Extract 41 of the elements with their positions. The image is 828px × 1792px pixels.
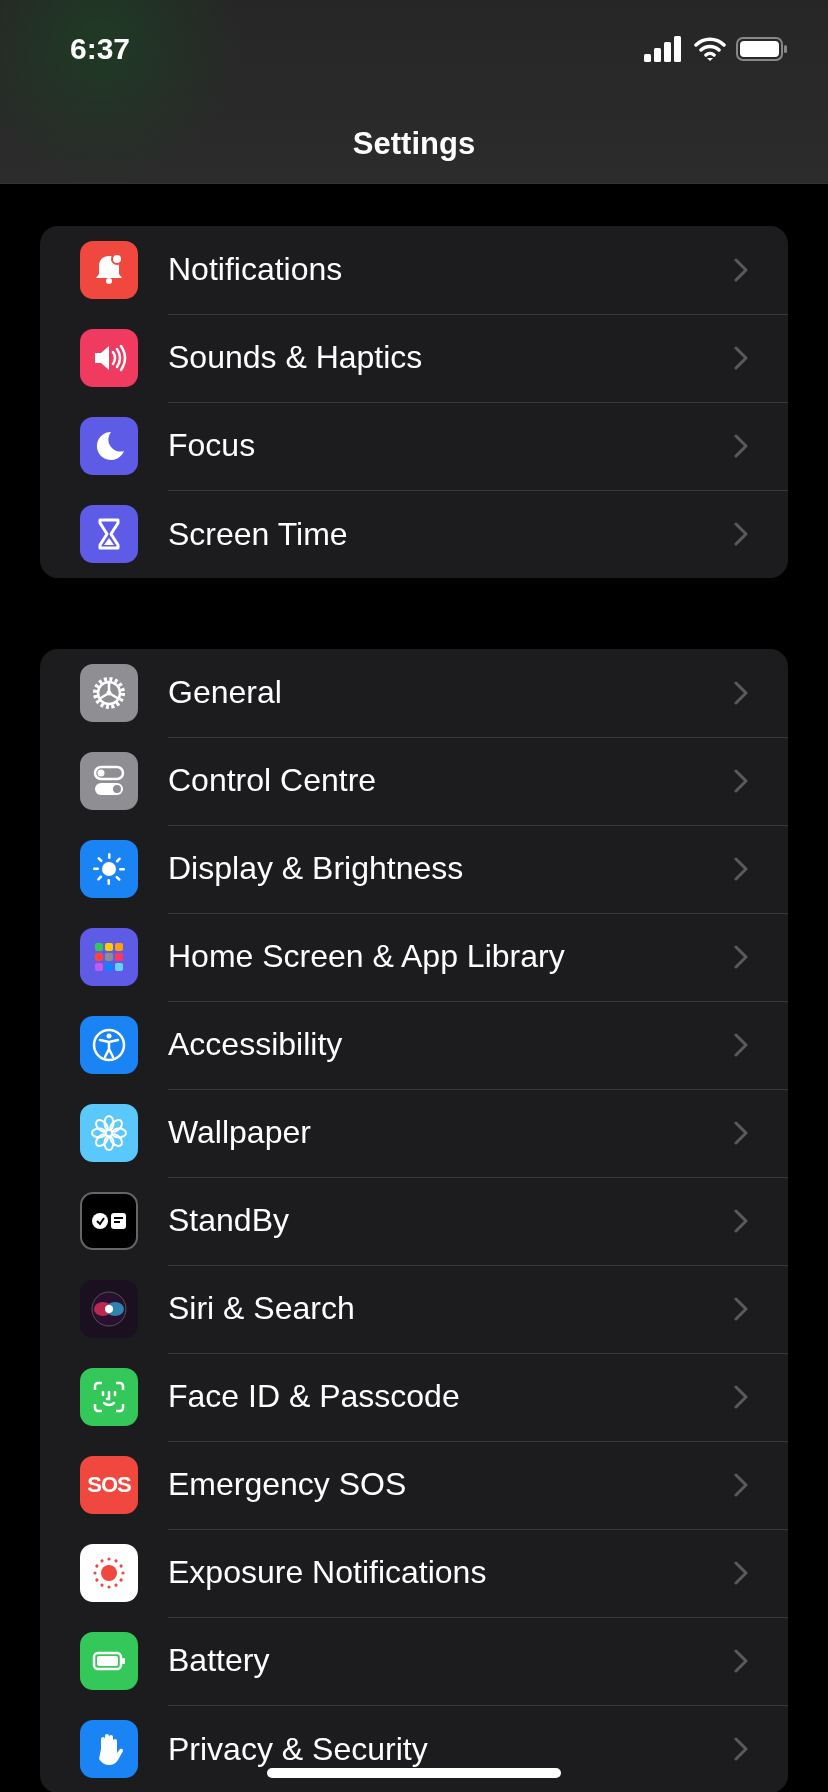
settings-row[interactable]: Battery bbox=[40, 1617, 788, 1705]
chevron-icon bbox=[734, 1648, 748, 1673]
chevron-icon bbox=[734, 1120, 748, 1145]
settings-row[interactable]: Notifications bbox=[40, 226, 788, 314]
status-time: 6:37 bbox=[70, 32, 131, 66]
chevron-icon bbox=[734, 1208, 748, 1233]
settings-row[interactable]: Home Screen & App Library bbox=[40, 913, 788, 1001]
wifi-icon bbox=[694, 36, 726, 62]
chevron-icon bbox=[734, 944, 748, 969]
chevron-icon bbox=[734, 856, 748, 881]
settings-row[interactable]: StandBy bbox=[40, 1177, 788, 1265]
settings-row[interactable]: Sounds & Haptics bbox=[40, 314, 788, 402]
chevron-icon bbox=[734, 1384, 748, 1409]
settings-row[interactable]: SOS Emergency SOS bbox=[40, 1441, 788, 1529]
settings-row[interactable]: Accessibility bbox=[40, 1001, 788, 1089]
settings-row[interactable]: Siri & Search bbox=[40, 1265, 788, 1353]
settings-row[interactable]: General bbox=[40, 649, 788, 737]
settings-row[interactable]: Exposure Notifications bbox=[40, 1529, 788, 1617]
settings-row[interactable]: Display & Brightness bbox=[40, 825, 788, 913]
chevron-icon bbox=[734, 768, 748, 793]
chevron-icon bbox=[734, 1737, 748, 1761]
settings-row[interactable]: Wallpaper bbox=[40, 1089, 788, 1177]
chevron-icon bbox=[734, 1560, 748, 1585]
settings-row[interactable]: Focus bbox=[40, 402, 788, 490]
flower-icon bbox=[89, 1113, 129, 1153]
battery-status-icon bbox=[736, 36, 788, 62]
settings-row[interactable]: Control Centre bbox=[40, 737, 788, 825]
chevron-icon bbox=[734, 433, 748, 458]
chevron-icon bbox=[734, 1032, 748, 1057]
chevron-icon bbox=[734, 345, 748, 370]
sos-icon: SOS bbox=[87, 1472, 131, 1498]
chevron-icon bbox=[734, 1296, 748, 1321]
siri-orb-icon bbox=[89, 1289, 129, 1329]
page-title: Settings bbox=[352, 126, 476, 162]
settings-row[interactable]: Face ID & Passcode bbox=[40, 1353, 788, 1441]
signal-icon bbox=[644, 36, 684, 62]
chevron-icon bbox=[734, 522, 748, 546]
chevron-icon bbox=[734, 1472, 748, 1497]
chevron-icon bbox=[734, 257, 748, 282]
settings-row[interactable]: Screen Time bbox=[40, 490, 788, 578]
chevron-icon bbox=[734, 680, 748, 705]
